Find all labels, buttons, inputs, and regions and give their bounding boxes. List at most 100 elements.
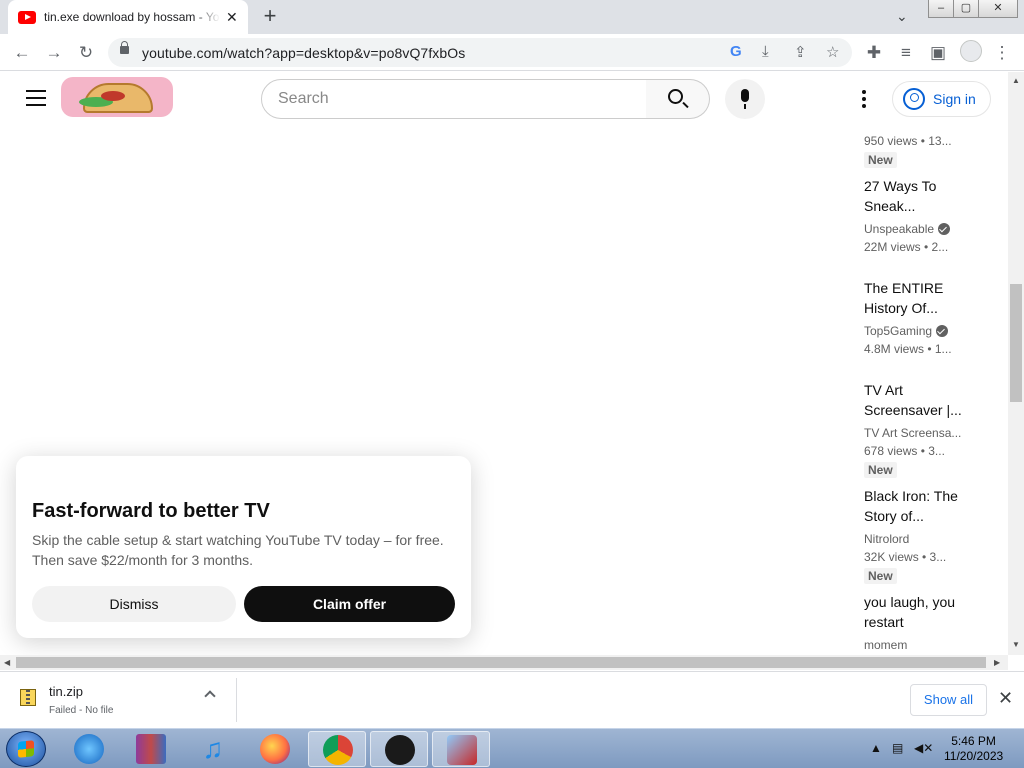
- maximize-button[interactable]: ▢: [953, 0, 979, 18]
- lock-icon[interactable]: [120, 41, 129, 54]
- bookmark-star-icon[interactable]: ☆: [826, 43, 839, 61]
- rec-meta: 950 views • 13...: [864, 134, 952, 148]
- side-panel-icon[interactable]: ▣: [926, 41, 950, 65]
- youtube-masthead: Search Sign in: [0, 72, 1008, 126]
- show-all-button[interactable]: Show all: [910, 684, 987, 716]
- rec-title[interactable]: 27 Ways To Sneak...: [864, 176, 964, 216]
- new-badge: New: [864, 568, 897, 584]
- search-icon: [668, 89, 683, 104]
- search-placeholder: Search: [278, 90, 329, 107]
- taskbar-clock[interactable]: 5:46 PM 11/20/2023: [944, 734, 1003, 764]
- sign-in-label: Sign in: [933, 91, 976, 107]
- tab-close-icon[interactable]: ✕: [226, 9, 238, 26]
- forward-arrow-icon[interactable]: →: [42, 41, 66, 65]
- window-close-button[interactable]: ✕: [978, 0, 1018, 18]
- vertical-scroll-thumb[interactable]: [1010, 284, 1022, 402]
- rec-channel[interactable]: Top5Gaming: [864, 322, 964, 340]
- tools-app-icon: [447, 735, 477, 765]
- horizontal-scroll-thumb[interactable]: [16, 657, 986, 668]
- extensions-puzzle-icon[interactable]: ✚: [862, 41, 886, 65]
- hamburger-menu-icon[interactable]: [26, 90, 46, 106]
- download-shelf: tin.zip Failed - No file Show all ✕: [0, 671, 1024, 728]
- sign-in-button[interactable]: Sign in: [892, 81, 991, 117]
- rec-meta: 22M views • 2...: [864, 240, 949, 254]
- windows-start-button[interactable]: [6, 731, 46, 767]
- minimize-button[interactable]: –: [928, 0, 954, 18]
- recommendation-item[interactable]: 950 views • 13... New: [864, 132, 964, 169]
- address-bar[interactable]: youtube.com/watch?app=desktop&v=po8vQ7fx…: [108, 38, 852, 67]
- taskbar-internet-explorer[interactable]: [60, 731, 118, 767]
- horizontal-scrollbar[interactable]: ◀ ▶: [0, 655, 1008, 670]
- share-icon[interactable]: ⇪: [794, 43, 807, 61]
- media-control-icon[interactable]: ≡: [894, 41, 918, 65]
- rec-meta: 4.8M views • 1...: [864, 342, 952, 356]
- new-badge: New: [864, 152, 897, 168]
- rec-channel-name: Unspeakable: [864, 222, 935, 236]
- chrome-icon: [323, 735, 353, 765]
- recommendation-item[interactable]: you laugh, you restart momem: [864, 592, 964, 654]
- tab-title: tin.exe download by hossam - YouTube: [44, 10, 220, 24]
- tab-search-chevron-icon[interactable]: ⌄: [896, 8, 908, 25]
- rec-channel[interactable]: Nitrolord: [864, 530, 964, 548]
- browser-tab[interactable]: tin.exe download by hossam - YouTube ✕: [8, 0, 248, 34]
- back-arrow-icon[interactable]: ←: [10, 41, 34, 65]
- tray-expand-icon[interactable]: ▲: [870, 741, 882, 755]
- youtube-tv-promo-card: Fast-forward to better TV Skip the cable…: [16, 456, 471, 638]
- clock-time: 5:46 PM: [951, 734, 996, 748]
- recommendation-item[interactable]: TV Art Screensaver |... TV Art Screensa.…: [864, 380, 964, 479]
- install-app-icon[interactable]: ⤓: [762, 43, 769, 60]
- scroll-right-arrow-icon[interactable]: ▶: [994, 658, 1000, 667]
- black-app-icon: [385, 735, 415, 765]
- rec-channel-name: TV Art Screensa...: [864, 426, 962, 440]
- claim-offer-button[interactable]: Claim offer: [244, 586, 455, 622]
- rec-title[interactable]: TV Art Screensaver |...: [864, 380, 964, 420]
- promo-body: Skip the cable setup & start watching Yo…: [32, 532, 444, 568]
- chevron-up-icon[interactable]: [204, 690, 216, 702]
- taskbar-chrome[interactable]: [308, 731, 366, 767]
- profile-avatar-icon[interactable]: [960, 40, 982, 62]
- rec-title[interactable]: you laugh, you restart: [864, 592, 964, 632]
- network-icon[interactable]: ▤: [892, 741, 903, 755]
- taskbar-itunes[interactable]: ♫: [184, 731, 242, 767]
- taskbar-firefox[interactable]: [246, 731, 304, 767]
- volume-muted-icon[interactable]: ◀✕: [914, 741, 933, 755]
- verified-check-icon: [938, 223, 951, 235]
- download-separator: [236, 678, 237, 722]
- scroll-down-arrow-icon[interactable]: ▼: [1012, 640, 1020, 649]
- recommendation-item[interactable]: 27 Ways To Sneak... Unspeakable 22M view…: [864, 176, 964, 256]
- internet-explorer-icon: [74, 734, 104, 764]
- rec-title[interactable]: The ENTIRE History Of...: [864, 278, 964, 318]
- firefox-icon: [260, 734, 290, 764]
- rec-channel[interactable]: momem: [864, 636, 964, 654]
- scroll-up-arrow-icon[interactable]: ▲: [1012, 76, 1020, 85]
- recommendation-item[interactable]: Black Iron: The Story of... Nitrolord 32…: [864, 486, 964, 585]
- taskbar-app-tools[interactable]: [432, 731, 490, 767]
- rec-channel[interactable]: Unspeakable: [864, 220, 964, 238]
- voice-search-button[interactable]: [725, 79, 765, 119]
- scroll-left-arrow-icon[interactable]: ◀: [4, 658, 10, 667]
- doodle-logo[interactable]: [61, 77, 173, 117]
- search-button[interactable]: [646, 79, 710, 119]
- taskbar-app-black[interactable]: [370, 731, 428, 767]
- reload-icon[interactable]: ↻: [74, 41, 98, 65]
- url-text[interactable]: youtube.com/watch?app=desktop&v=po8vQ7fx…: [142, 45, 465, 61]
- chrome-menu-icon[interactable]: ⋮: [990, 41, 1014, 65]
- download-filename[interactable]: tin.zip: [49, 684, 83, 699]
- rec-title[interactable]: Black Iron: The Story of...: [864, 486, 964, 526]
- new-tab-button[interactable]: +: [259, 5, 281, 27]
- vertical-scrollbar[interactable]: ▲ ▼: [1008, 72, 1024, 655]
- search-input[interactable]: Search: [261, 79, 647, 119]
- itunes-music-icon: ♫: [202, 733, 224, 764]
- rec-meta: 678 views • 3...: [864, 444, 945, 458]
- browser-tab-strip: tin.exe download by hossam - YouTube ✕ +…: [0, 0, 1024, 34]
- rec-channel[interactable]: TV Art Screensa...: [864, 424, 964, 442]
- google-lens-icon[interactable]: G: [730, 43, 742, 60]
- taskbar-winrar[interactable]: [122, 731, 180, 767]
- recommendation-item[interactable]: The ENTIRE History Of... Top5Gaming 4.8M…: [864, 278, 964, 358]
- download-status: Failed - No file: [49, 705, 114, 716]
- dismiss-button[interactable]: Dismiss: [32, 586, 236, 622]
- settings-kebab-icon[interactable]: [862, 90, 866, 111]
- winrar-icon: [136, 734, 166, 764]
- close-download-shelf-icon[interactable]: ✕: [998, 688, 1013, 709]
- browser-toolbar: ← → ↻ youtube.com/watch?app=desktop&v=po…: [0, 34, 1024, 71]
